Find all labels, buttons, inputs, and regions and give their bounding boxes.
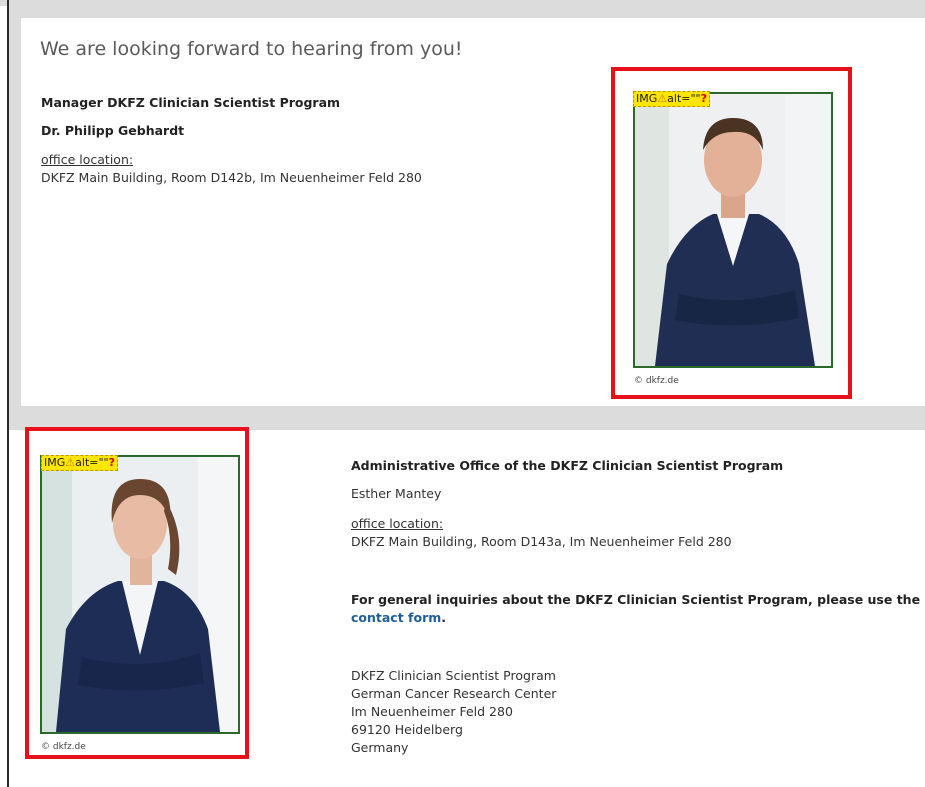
- admin-name: Esther Mantey: [351, 486, 442, 501]
- manager-office-value: DKFZ Main Building, Room D142b, Im Neuen…: [41, 170, 422, 185]
- manager-image-alt-tag: IMG⚠alt=""?: [633, 91, 710, 107]
- inquiry-text: For general inquiries about the DKFZ Cli…: [351, 592, 921, 607]
- page-heading: We are looking forward to hearing from y…: [40, 38, 463, 60]
- manager-photo-credit: © dkfz.de: [634, 376, 679, 386]
- manager-image-highlight: IMG⚠alt=""? © dkfz.de: [611, 67, 852, 399]
- admin-office-label: office location:: [351, 516, 444, 531]
- question-mark-icon: ?: [700, 92, 707, 105]
- manager-name: Dr. Philipp Gebhardt: [41, 123, 185, 138]
- inquiry-link-line: contact form.: [351, 610, 447, 625]
- manager-office-label: office location:: [41, 152, 134, 167]
- address-line: 69120 Heidelberg: [351, 722, 463, 737]
- address-line: Germany: [351, 740, 409, 755]
- admin-image-alt-tag: IMG⚠alt=""?: [41, 455, 118, 471]
- address-line: Im Neuenheimer Feld 280: [351, 704, 513, 719]
- warning-triangle-icon: ⚠: [657, 92, 668, 105]
- admin-photo: [40, 455, 240, 734]
- postal-address: DKFZ Clinician Scientist Program German …: [351, 667, 556, 757]
- contact-form-link[interactable]: contact form: [351, 610, 441, 625]
- manager-photo: [633, 92, 833, 368]
- manager-role: Manager DKFZ Clinician Scientist Program: [41, 95, 341, 110]
- question-mark-icon: ?: [108, 456, 115, 469]
- address-line: German Cancer Research Center: [351, 686, 557, 701]
- warning-triangle-icon: ⚠: [65, 456, 76, 469]
- admin-photo-credit: © dkfz.de: [41, 742, 86, 752]
- admin-role: Administrative Office of the DKFZ Clinic…: [351, 458, 784, 473]
- admin-image-highlight: IMG⚠alt=""? © dkfz.de: [25, 427, 249, 759]
- address-line: DKFZ Clinician Scientist Program: [351, 668, 556, 683]
- admin-office-value: DKFZ Main Building, Room D143a, Im Neuen…: [351, 534, 732, 549]
